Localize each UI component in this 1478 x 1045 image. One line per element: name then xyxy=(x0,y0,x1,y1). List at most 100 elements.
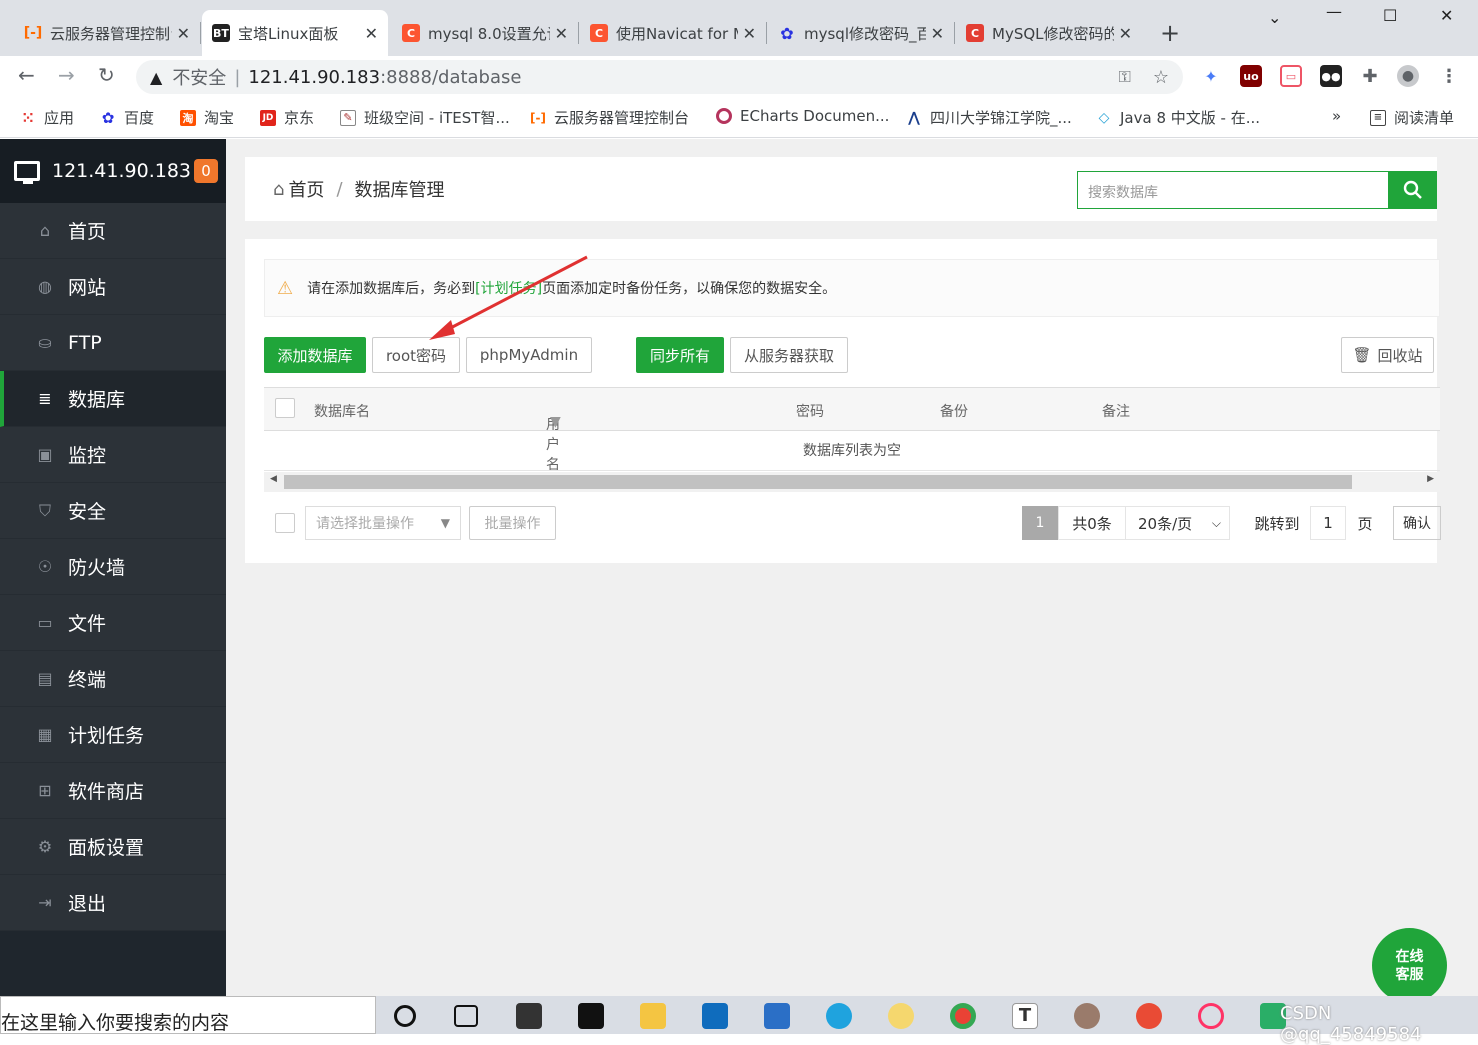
sidebar-item-shield[interactable]: ⛉ 安全 xyxy=(0,483,226,539)
ublock-icon[interactable]: uo xyxy=(1240,65,1262,87)
search-input[interactable]: 搜索数据库 xyxy=(1077,171,1389,209)
bookmark-baidu[interactable]: ✿ 百度 xyxy=(100,107,154,128)
app-spiral-icon[interactable] xyxy=(1136,1003,1162,1029)
tab-mysql-remote[interactable]: C mysql 8.0设置允许远程 ✕ xyxy=(392,10,579,56)
sidebar-item-home[interactable]: ⌂ 首页 xyxy=(0,203,226,259)
minimize-button[interactable]: — xyxy=(1326,2,1342,21)
sidebar-item-globe[interactable]: ◍ 网站 xyxy=(0,259,226,315)
app-avatar-icon[interactable] xyxy=(1074,1003,1100,1029)
bookmark-java8[interactable]: ◇ Java 8 中文版 - 在... xyxy=(1096,107,1260,128)
key-icon[interactable]: ⚿ xyxy=(1119,67,1131,87)
batch-operation-button[interactable]: 批量操作 xyxy=(469,506,556,540)
file-explorer-icon[interactable] xyxy=(640,1003,666,1029)
page-size-select[interactable]: 20条/页 ⌵ xyxy=(1125,506,1230,540)
close-tab-icon[interactable]: ✕ xyxy=(931,24,944,43)
notebook-icon[interactable] xyxy=(764,1003,790,1029)
extension-tv-icon[interactable]: ▭ xyxy=(1280,65,1302,87)
store-icon[interactable] xyxy=(516,1003,542,1029)
message-badge[interactable]: 0 xyxy=(194,159,218,183)
add-database-button[interactable]: 添加数据库 xyxy=(264,337,366,373)
chrome-icon[interactable] xyxy=(950,1003,976,1029)
maximize-button[interactable]: ☐ xyxy=(1383,6,1397,25)
select-all-checkbox[interactable] xyxy=(275,398,295,418)
reading-list[interactable]: ≡ 阅读清单 xyxy=(1370,107,1454,128)
cortana-icon[interactable] xyxy=(394,1005,416,1027)
bookmark-taobao[interactable]: 淘淘宝 xyxy=(180,107,234,128)
task-view-icon[interactable] xyxy=(454,1005,478,1027)
tab-navicat[interactable]: C 使用Navicat for MySQL ✕ xyxy=(580,10,767,56)
sidebar-item-calendar[interactable]: ▦ 计划任务 xyxy=(0,707,226,763)
sidebar-item-firewall[interactable]: ☉ 防火墙 xyxy=(0,539,226,595)
close-tab-icon[interactable]: ✕ xyxy=(743,24,756,43)
bookmark-class-space[interactable]: ✎ 班级空间 - iTEST智... xyxy=(340,107,510,128)
sidebar-item-gear[interactable]: ⚙ 面板设置 xyxy=(0,819,226,875)
scrollbar-thumb[interactable] xyxy=(284,475,1352,489)
extension-bird-icon[interactable]: ✦ xyxy=(1200,65,1222,87)
sidebar-item-database[interactable]: ≣ 数据库 xyxy=(0,371,226,427)
bookmarks-more-button[interactable]: » xyxy=(1332,107,1341,125)
extension-game-icon[interactable]: ●● xyxy=(1320,65,1342,87)
batch-operation-select[interactable]: 请选择批量操作 ▼ xyxy=(305,506,461,540)
close-window-button[interactable]: ✕ xyxy=(1440,6,1453,25)
server-header: 121.41.90.183 0 xyxy=(0,139,226,203)
online-support-button[interactable]: 在线 客服 xyxy=(1372,928,1447,1003)
bookmark-apps[interactable]: ⁙ 应用 xyxy=(20,107,74,128)
typora-icon[interactable]: T xyxy=(1012,1003,1038,1029)
tab-bt-panel[interactable]: BT 宝塔Linux面板 ✕ xyxy=(202,10,388,56)
terminal-icon[interactable] xyxy=(578,1003,604,1029)
star-icon[interactable]: ☆ xyxy=(1153,67,1169,88)
calendar-icon: ▦ xyxy=(37,725,53,744)
sidebar-item-logout[interactable]: ⇥ 退出 xyxy=(0,875,226,931)
not-secure-label: 不安全 xyxy=(172,68,227,89)
sidebar-item-ftp[interactable]: ⛀ FTP xyxy=(0,315,226,371)
mail-icon[interactable] xyxy=(702,1003,728,1029)
extensions-puzzle-icon[interactable]: ✚ xyxy=(1359,65,1381,87)
warning-triangle-icon: ▲ xyxy=(150,67,163,87)
tab-baidu-search[interactable]: ✿ mysql修改密码_百度 ✕ xyxy=(768,10,955,56)
sticker-icon[interactable] xyxy=(888,1003,914,1029)
sidebar-item-monitor[interactable]: ▣ 监控 xyxy=(0,427,226,483)
scroll-right-icon[interactable]: ▶ xyxy=(1427,474,1434,484)
page-current[interactable]: 1 xyxy=(1022,506,1058,540)
database-panel: ⚠ 请在添加数据库后，务必到 [计划任务] 页面添加定时备份任务，以确保您的数据安全… xyxy=(245,239,1441,563)
scroll-left-icon[interactable]: ◀ xyxy=(270,474,277,484)
sidebar-item-folder[interactable]: ▭ 文件 xyxy=(0,595,226,651)
jump-confirm-button[interactable]: 确认 xyxy=(1393,506,1441,540)
app-flower-icon[interactable] xyxy=(1198,1003,1224,1029)
recycle-bin-button[interactable]: 🗑 回收站 xyxy=(1341,337,1434,373)
sync-all-button[interactable]: 同步所有 xyxy=(636,337,724,373)
main-content: ⌂ 首页 / 数据库管理 搜索数据库 ⚠ 请在添加数据库后，务必到 [计划任务] 页… xyxy=(226,139,1478,996)
tab-title: mysql修改密码_百度 xyxy=(804,24,926,43)
new-tab-button[interactable]: + xyxy=(1150,10,1190,56)
forward-button[interactable]: → xyxy=(58,63,75,87)
jump-page-input[interactable]: 1 xyxy=(1310,506,1346,540)
tab-title: MySQL修改密码的方法 xyxy=(992,24,1114,43)
tab-search-icon[interactable]: ⌄ xyxy=(1268,8,1281,27)
address-bar[interactable]: ▲ 不安全 | 121.41.90.183 :8888/database ⚿ ☆ xyxy=(136,60,1183,94)
sidebar-item-terminal[interactable]: ▤ 终端 xyxy=(0,651,226,707)
search-button[interactable] xyxy=(1388,171,1437,209)
close-tab-icon[interactable]: ✕ xyxy=(1119,24,1132,43)
gear-icon: ⚙ xyxy=(37,837,53,856)
close-tab-icon[interactable]: ✕ xyxy=(555,24,568,43)
back-button[interactable]: ← xyxy=(18,63,35,87)
fetch-from-server-button[interactable]: 从服务器获取 xyxy=(730,337,848,373)
batch-select-checkbox[interactable] xyxy=(275,513,295,533)
sidebar-item-apps[interactable]: ⊞ 软件商店 xyxy=(0,763,226,819)
bookmark-jd[interactable]: JD 京东 xyxy=(260,107,314,128)
bookmark-aliyun[interactable]: [-] 云服务器管理控制台 xyxy=(530,107,689,128)
breadcrumb-home[interactable]: 首页 xyxy=(288,176,324,202)
reload-button[interactable]: ↻ xyxy=(98,63,115,87)
bookmark-scu[interactable]: ⋀ 四川大学锦江学院_... xyxy=(906,107,1072,128)
profile-avatar-icon[interactable]: ● xyxy=(1397,65,1419,87)
close-tab-icon[interactable]: ✕ xyxy=(365,24,378,43)
bookmark-echarts[interactable]: ECharts Documen... xyxy=(716,107,889,125)
tab-aliyun[interactable]: [-] 云服务器管理控制台 ✕ xyxy=(14,10,201,56)
browser-menu-icon[interactable]: ⋮ xyxy=(1438,65,1460,87)
edge-icon[interactable] xyxy=(826,1003,852,1029)
tab-mysql-password[interactable]: C MySQL修改密码的方法 ✕ xyxy=(956,10,1142,56)
horizontal-scrollbar[interactable]: ◀ ▶ xyxy=(264,472,1440,492)
terminal-icon: ▤ xyxy=(37,669,53,688)
taskbar-search-input[interactable]: 在这里输入你要搜索的内容 xyxy=(0,996,376,1034)
close-tab-icon[interactable]: ✕ xyxy=(177,24,190,43)
